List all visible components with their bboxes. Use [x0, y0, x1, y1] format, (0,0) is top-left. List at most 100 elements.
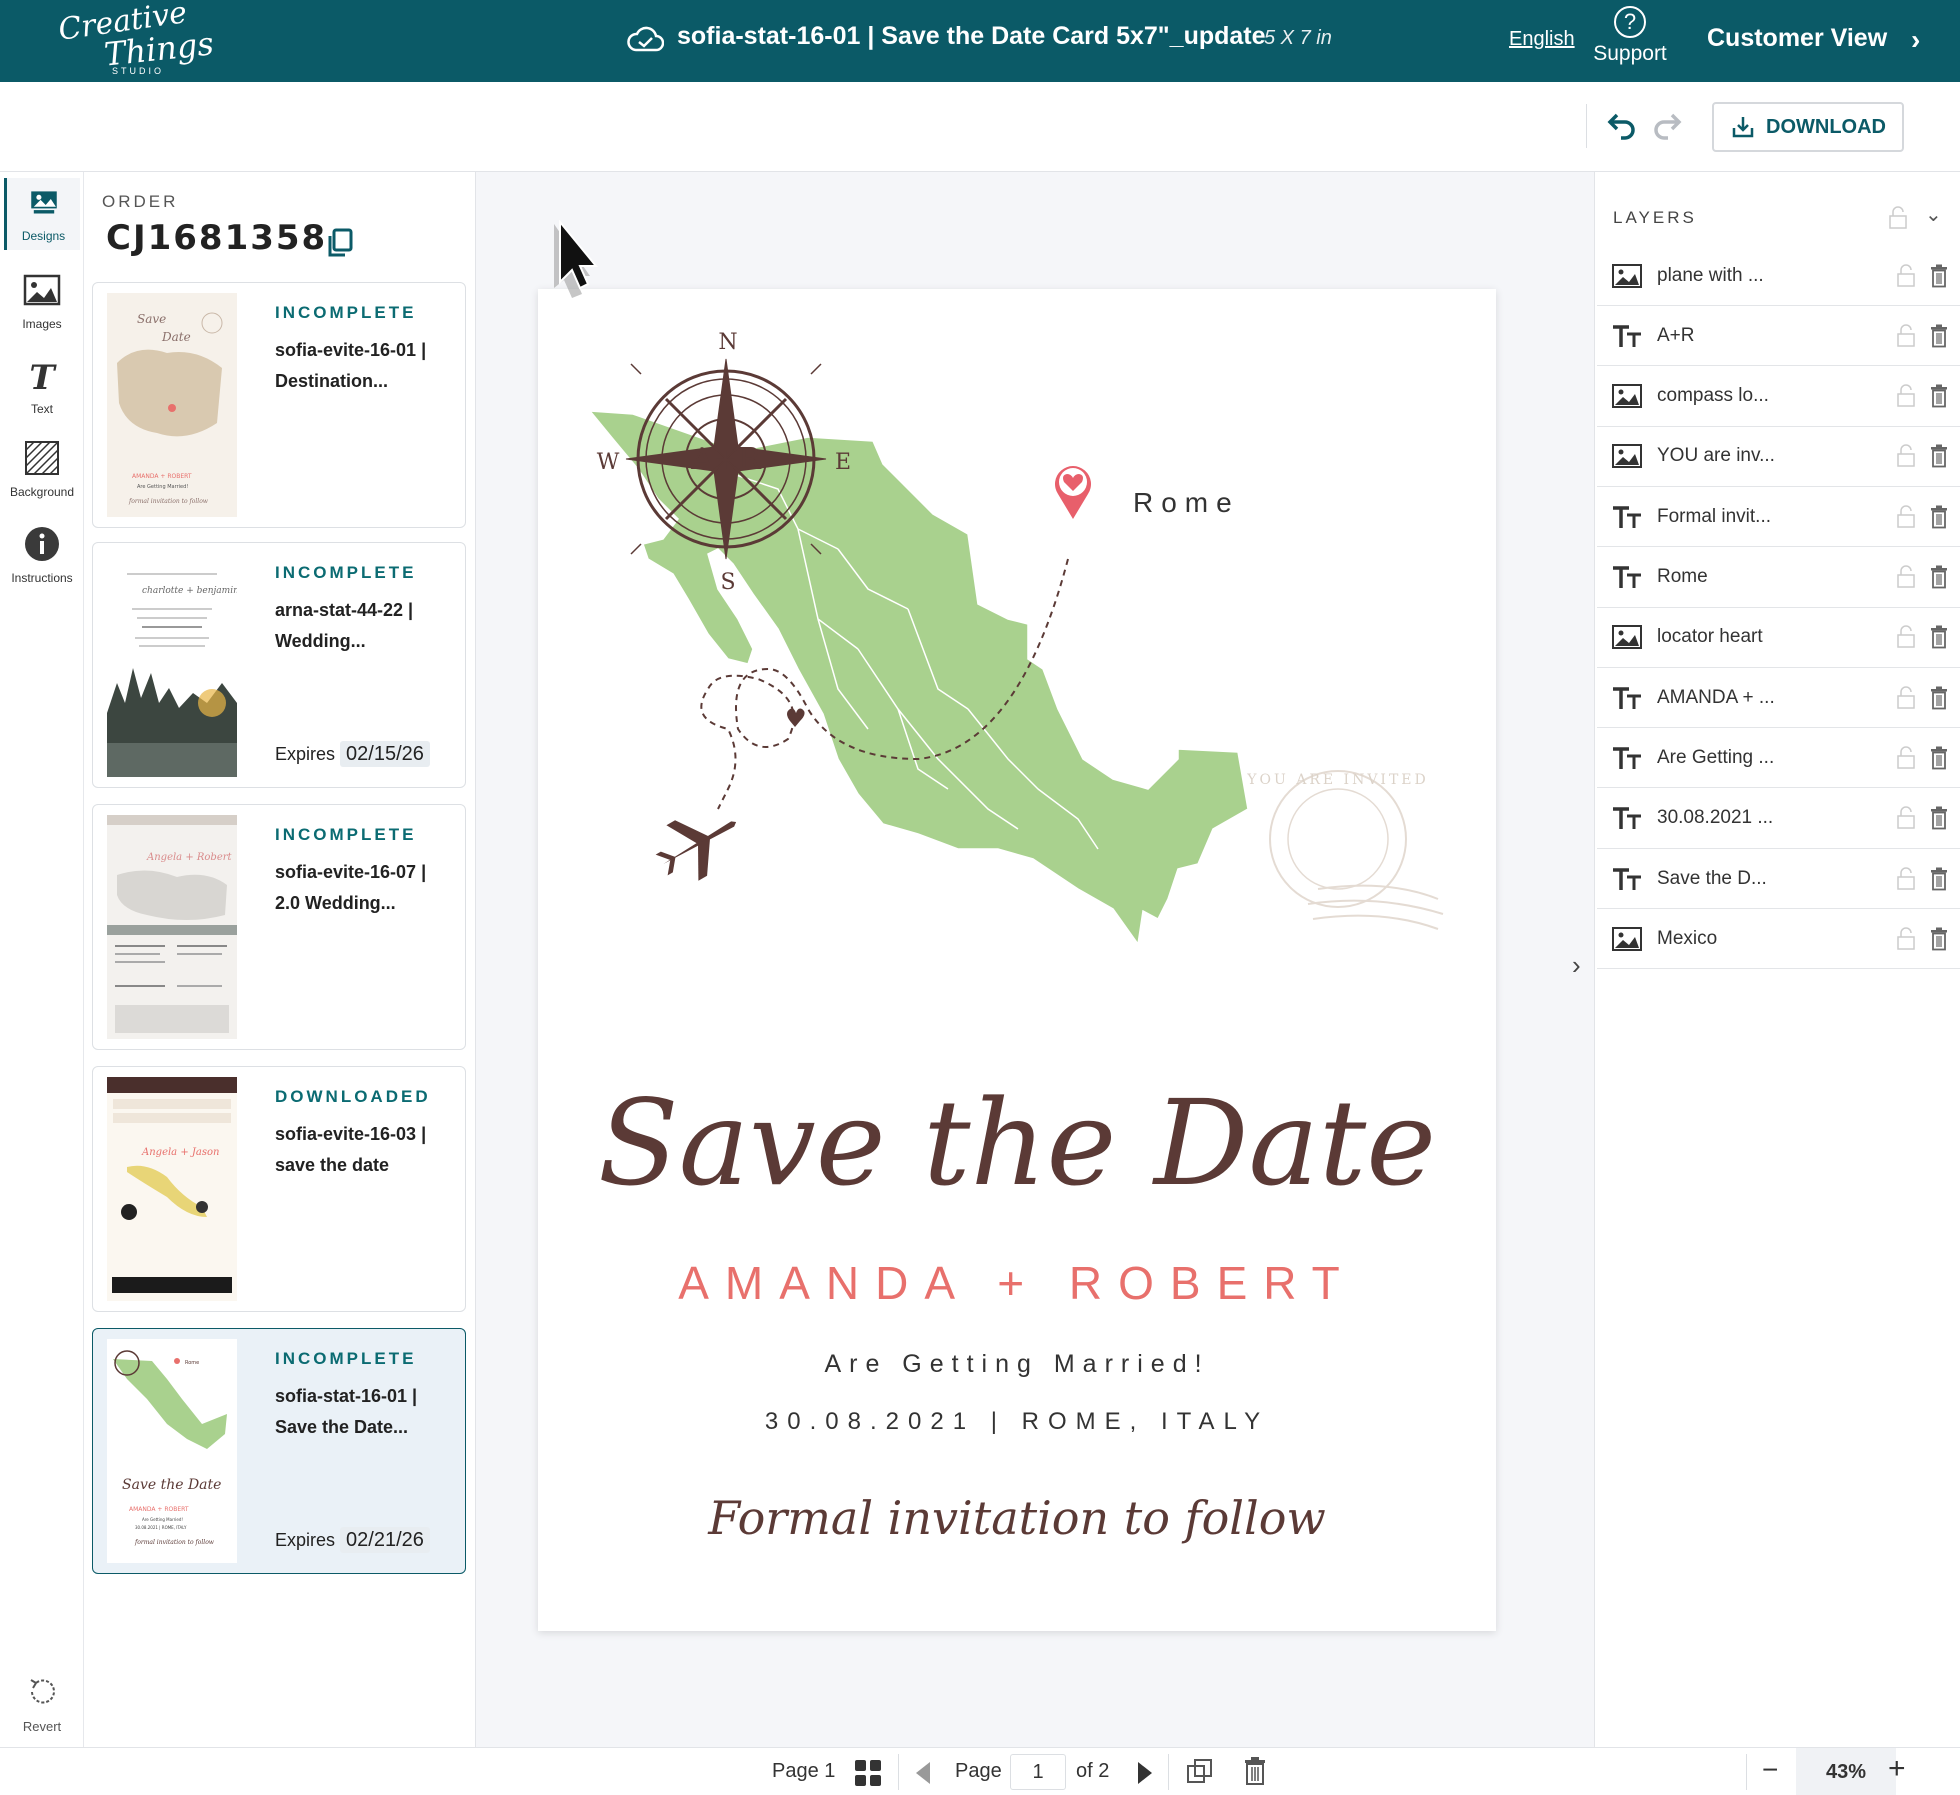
- lock-icon[interactable]: [1895, 505, 1917, 529]
- mouse-cursor: [554, 220, 599, 298]
- layer-row[interactable]: YOU are inv...: [1597, 427, 1960, 487]
- trash-icon[interactable]: [1929, 565, 1949, 589]
- compass-e: E: [835, 450, 851, 475]
- delete-page-icon[interactable]: [1242, 1756, 1268, 1786]
- svg-text:Save the Date: Save the Date: [122, 1477, 221, 1493]
- trash-icon[interactable]: [1929, 505, 1949, 529]
- svg-text:Are Getting Married!: Are Getting Married!: [137, 484, 188, 490]
- design-status: DOWNLOADED: [275, 1087, 431, 1106]
- lock-icon[interactable]: [1895, 746, 1917, 770]
- svg-text:formal invitation to follow: formal invitation to follow: [134, 1539, 215, 1546]
- design-card[interactable]: charlotte + benjamin INCOMPLETE arna-sta…: [92, 542, 466, 788]
- text-icon: T: [29, 358, 55, 398]
- app-header: Creative Things STUDIO sofia-stat-16-01 …: [0, 0, 1960, 82]
- download-button[interactable]: DOWNLOAD: [1712, 102, 1904, 152]
- layer-name: Formal invit...: [1657, 505, 1772, 527]
- card-canvas[interactable]: A+R N S E W Rome YOU ARE INVITED Save th…: [538, 289, 1496, 1631]
- layer-row[interactable]: Save the D...: [1597, 849, 1960, 909]
- trash-icon[interactable]: [1929, 444, 1949, 468]
- layer-row[interactable]: Rome: [1597, 548, 1960, 608]
- text-layer-icon: [1613, 686, 1641, 709]
- lock-icon[interactable]: [1895, 927, 1917, 951]
- rail-instructions[interactable]: Instructions: [4, 524, 80, 585]
- redo-icon[interactable]: [1650, 108, 1686, 144]
- lock-icon[interactable]: [1895, 384, 1917, 408]
- lock-icon[interactable]: [1895, 866, 1917, 891]
- design-status: INCOMPLETE: [275, 1349, 417, 1368]
- language-link[interactable]: English: [1509, 28, 1575, 51]
- layer-row[interactable]: Are Getting ...: [1597, 728, 1960, 789]
- card-artwork: A+R N S E W Rome YOU ARE INVITED Save th…: [588, 330, 1444, 1545]
- lock-icon[interactable]: [1895, 324, 1917, 348]
- rome-label: Rome: [1133, 487, 1240, 518]
- image-layer-icon: [1612, 263, 1642, 288]
- lock-icon[interactable]: [1887, 206, 1909, 230]
- design-card[interactable]: Save Date AMANDA + ROBERT Are Getting Ma…: [92, 282, 466, 528]
- trash-icon[interactable]: [1929, 867, 1949, 891]
- compass-n: N: [718, 330, 737, 355]
- trash-icon[interactable]: [1929, 746, 1949, 770]
- design-thumbnail: charlotte + benjamin: [107, 553, 237, 777]
- layer-row[interactable]: 30.08.2021 ...: [1597, 789, 1960, 849]
- design-card-active[interactable]: Rome Save the Date AMANDA + ROBERT Are G…: [92, 1328, 466, 1574]
- design-name: arna-stat-44-22 | Wedding...: [275, 600, 414, 651]
- order-label: ORDER: [102, 192, 179, 211]
- cloud-saved-icon: [627, 26, 664, 52]
- layer-name: Mexico: [1657, 927, 1718, 949]
- trash-icon[interactable]: [1929, 264, 1949, 288]
- image-layer-icon: [1612, 384, 1642, 409]
- download-icon: [1732, 117, 1754, 138]
- rail-images[interactable]: Images: [4, 270, 80, 331]
- chevron-right-icon[interactable]: ›: [1572, 950, 1581, 981]
- revert-button[interactable]: Revert: [4, 1672, 80, 1734]
- divider: [898, 1754, 899, 1790]
- rail-text-label: Text: [30, 402, 53, 416]
- rail-background[interactable]: Background: [4, 438, 80, 499]
- layer-row[interactable]: A+R: [1597, 306, 1960, 367]
- prev-page-icon[interactable]: [912, 1760, 934, 1786]
- zoom-out-button[interactable]: −: [1762, 1754, 1778, 1786]
- trash-icon[interactable]: [1929, 806, 1949, 830]
- lock-icon[interactable]: [1895, 565, 1917, 589]
- chevron-right-icon: ›: [1911, 24, 1921, 55]
- lock-icon[interactable]: [1895, 625, 1917, 649]
- lock-icon[interactable]: [1895, 263, 1917, 288]
- zoom-in-button[interactable]: +: [1888, 1752, 1906, 1786]
- design-canvas-area[interactable]: A+R N S E W Rome YOU ARE INVITED Save th…: [477, 172, 1557, 1747]
- grid-view-icon[interactable]: [853, 1758, 883, 1788]
- document-title: sofia-stat-16-01 | Save the Date Card 5x…: [677, 22, 1266, 50]
- trash-icon[interactable]: [1929, 686, 1949, 710]
- layer-row[interactable]: compass lo...: [1597, 367, 1960, 427]
- zoom-level[interactable]: 43%: [1796, 1748, 1896, 1795]
- design-card[interactable]: Angela + Jason DOWNLOADED sofia-evite-16…: [92, 1066, 466, 1312]
- rail-text[interactable]: T Text: [4, 358, 80, 416]
- getting-married-text: Are Getting Married!: [824, 1350, 1209, 1378]
- duplicate-page-icon[interactable]: [1186, 1758, 1214, 1786]
- lock-icon[interactable]: [1895, 685, 1917, 710]
- layer-row[interactable]: AMANDA + ...: [1597, 668, 1960, 729]
- trash-icon[interactable]: [1929, 625, 1949, 649]
- rail-designs[interactable]: Designs: [4, 178, 80, 250]
- design-thumbnail: Save Date AMANDA + ROBERT Are Getting Ma…: [107, 293, 237, 517]
- lock-icon[interactable]: [1895, 444, 1917, 468]
- undo-icon[interactable]: [1603, 108, 1639, 144]
- layer-row[interactable]: Mexico: [1597, 909, 1960, 970]
- creative-things-logo[interactable]: Creative Things STUDIO: [56, 0, 215, 76]
- support-button[interactable]: ? Support: [1588, 6, 1672, 72]
- trash-icon[interactable]: [1929, 927, 1949, 951]
- design-card[interactable]: Angela + Robert INCOMPLETE sofia-evite-1…: [92, 804, 466, 1050]
- page-number-input[interactable]: 1: [1010, 1754, 1066, 1790]
- design-expiry: Expires 02/15/26: [275, 741, 430, 767]
- layer-row[interactable]: Formal invit...: [1597, 487, 1960, 548]
- expiry-date: 02/21/26: [340, 1527, 430, 1553]
- trash-icon[interactable]: [1929, 384, 1949, 408]
- info-icon: [25, 527, 59, 561]
- layer-row[interactable]: plane with ...: [1597, 246, 1960, 306]
- trash-icon[interactable]: [1929, 324, 1949, 348]
- customer-view-button[interactable]: Customer View: [1707, 24, 1887, 53]
- copy-icon[interactable]: [326, 228, 354, 258]
- next-page-icon[interactable]: [1134, 1760, 1156, 1786]
- chevron-down-icon[interactable]: ⌄: [1925, 202, 1942, 227]
- lock-icon[interactable]: [1895, 806, 1917, 830]
- layer-row[interactable]: locator heart: [1597, 608, 1960, 668]
